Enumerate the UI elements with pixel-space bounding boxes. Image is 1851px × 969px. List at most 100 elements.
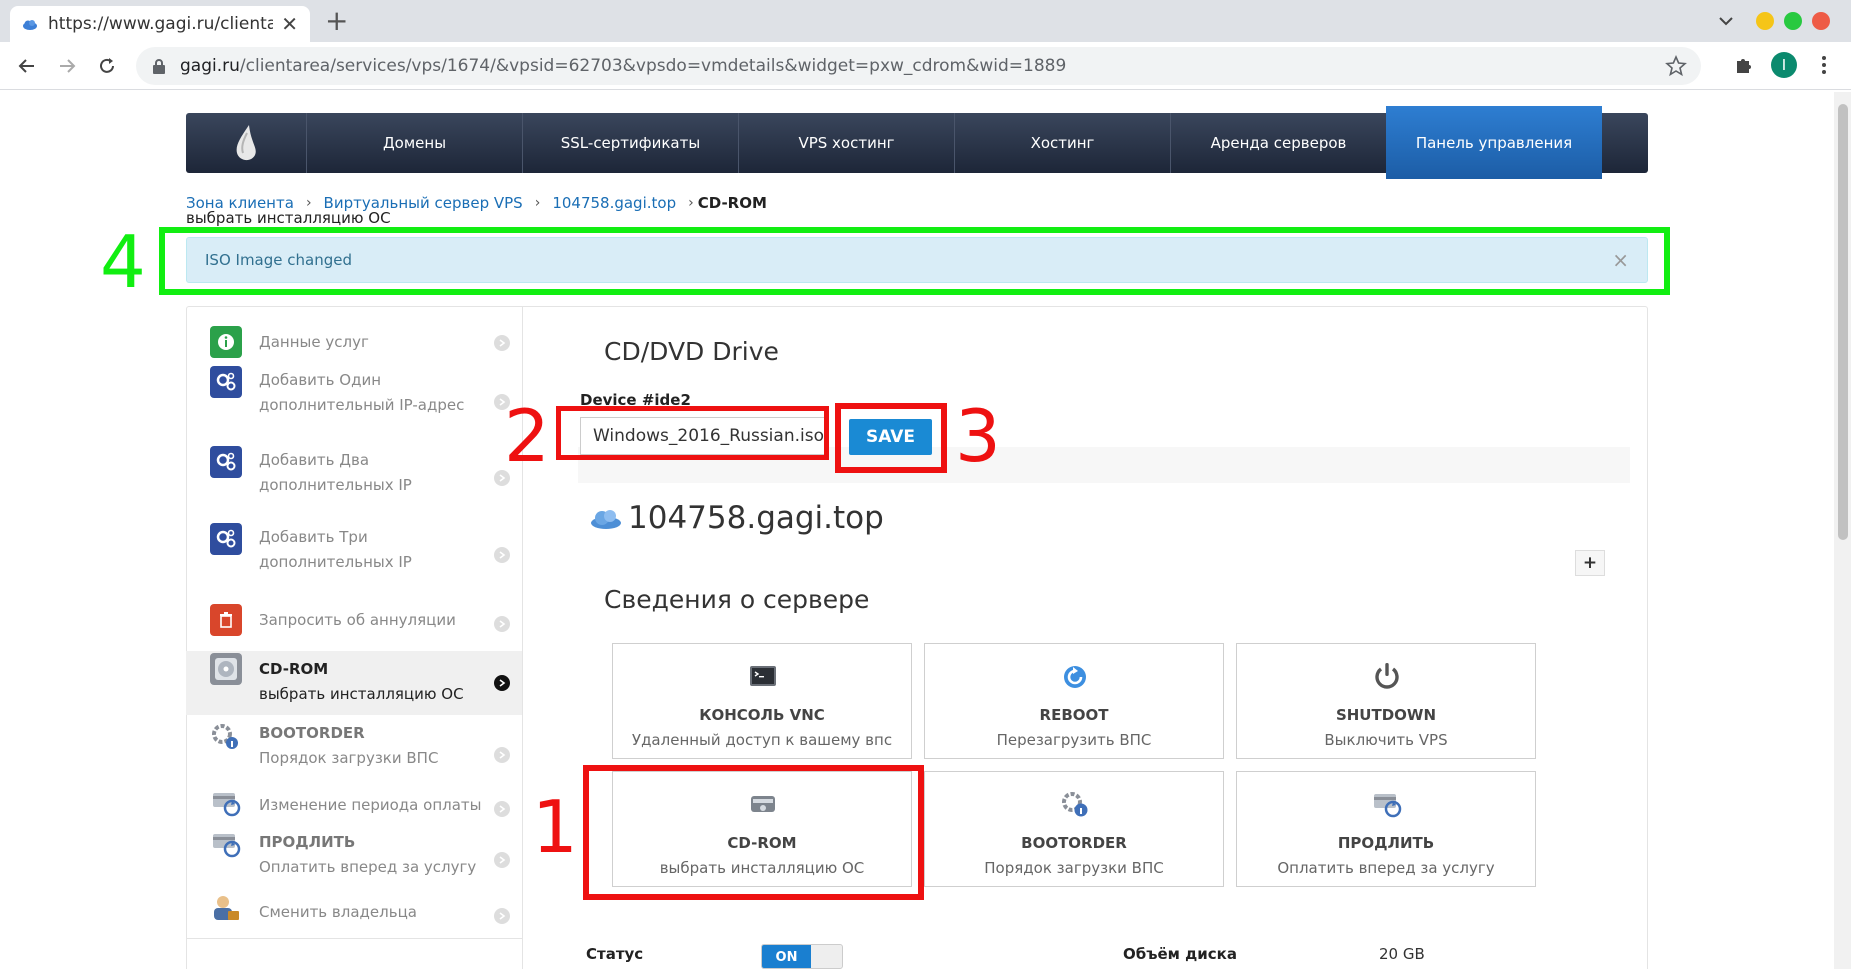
sidebar-item-renew[interactable]: ПРОДЛИТЬ Оплатить вперед за услугу [186, 826, 522, 892]
console-icon [750, 666, 776, 686]
sidebar-item-label: CD-ROM выбрать инсталляцию ОС [259, 657, 464, 707]
gears-icon [210, 366, 242, 398]
chevron-right-icon [494, 852, 510, 868]
action-card-shutdown[interactable]: SHUTDOWN Выключить VPS [1236, 643, 1536, 759]
nav-server-rent[interactable]: Аренда серверов [1170, 113, 1386, 173]
sidebar-item-line1: BOOTORDER [259, 724, 365, 742]
menu-kebab-icon[interactable] [1814, 54, 1834, 76]
sidebar-item-line2: дополнительный IP-адрес [259, 396, 465, 414]
status-label: Статус [586, 945, 644, 963]
action-card-reboot[interactable]: REBOOT Перезагрузить ВПС [924, 643, 1224, 759]
bootorder-icon [210, 721, 242, 753]
window-minimize-button[interactable] [1756, 12, 1774, 30]
breadcrumb-separator-icon: › [534, 195, 541, 211]
owner-icon [210, 892, 242, 924]
action-card-renew[interactable]: ПРОДЛИТЬ Оплатить вперед за услугу [1236, 771, 1536, 887]
cloud-favicon-icon [23, 20, 37, 30]
site-top-nav: Домены SSL-сертификаты VPS хостинг Хости… [186, 106, 1648, 179]
sidebar-item-cdrom[interactable]: CD-ROM выбрать инсталляцию ОС [186, 651, 522, 715]
cloud-icon [591, 510, 621, 529]
lock-icon [153, 59, 165, 74]
action-card-bootorder[interactable]: BOOTORDER Порядок загрузки ВПС [924, 771, 1224, 887]
annotation-number-4: 4 [100, 220, 146, 304]
breadcrumb-separator-icon: › [688, 195, 694, 211]
tab-close-icon[interactable]: ✕ [281, 12, 298, 36]
action-title: КОНСОЛЬ VNC [699, 706, 825, 724]
address-bar[interactable]: gagi.ru/clientarea/services/vps/1674/&vp… [136, 47, 1701, 85]
action-card-vnc-console[interactable]: КОНСОЛЬ VNC Удаленный доступ к вашему вп… [612, 643, 912, 759]
sidebar-item-label: BOOTORDER Порядок загрузки ВПС [259, 721, 438, 771]
forward-arrow-icon [60, 59, 76, 73]
nav-ssl[interactable]: SSL-сертификаты [522, 113, 738, 173]
chevron-right-icon [494, 908, 510, 924]
sidebar-item-line1: ПРОДЛИТЬ [259, 833, 356, 851]
chevron-right-icon [494, 335, 510, 351]
chevron-right-icon [494, 801, 510, 817]
sidebar-item-label: Добавить Три дополнительных IP [259, 525, 412, 575]
site-logo[interactable] [186, 113, 306, 173]
chevron-right-icon [494, 616, 510, 632]
status-toggle[interactable]: ON [761, 944, 843, 969]
extensions-puzzle-icon[interactable] [1733, 54, 1755, 76]
sidebar-item-change-billing-period[interactable]: Изменение периода оплаты [186, 783, 522, 827]
sidebar-item-add-one-ip[interactable]: Добавить Один дополнительный IP-адрес [186, 366, 522, 432]
sidebar-item-line1: Добавить Два [259, 451, 370, 469]
sidebar-item-label: ПРОДЛИТЬ Оплатить вперед за услугу [259, 830, 476, 880]
reload-button[interactable] [93, 52, 121, 80]
url-path: /clientarea/services/vps/1674/&vpsid=627… [239, 56, 1067, 76]
chevron-right-icon [494, 547, 510, 563]
new-tab-button[interactable]: + [325, 6, 348, 36]
bookmark-star-icon[interactable] [1665, 55, 1687, 77]
disk-size-value: 20 GB [1379, 945, 1425, 963]
action-subtitle: Удаленный доступ к вашему впс [631, 731, 893, 749]
gears-icon [210, 446, 242, 478]
annotation-box-1 [583, 765, 924, 900]
chevron-right-icon [494, 675, 510, 691]
renew-icon [210, 787, 242, 819]
expand-plus-button[interactable]: + [1575, 550, 1605, 576]
tab-search-chevron-icon[interactable] [1717, 12, 1735, 30]
breadcrumb-hostname[interactable]: 104758.gagi.top [552, 194, 676, 212]
sidebar-item-label: Данные услуг [259, 333, 369, 351]
action-title: REBOOT [1039, 706, 1109, 724]
sidebar-item-add-three-ip[interactable]: Добавить Три дополнительных IP [186, 523, 522, 589]
nav-domains[interactable]: Домены [306, 113, 522, 173]
action-title: SHUTDOWN [1335, 706, 1437, 724]
browser-tab[interactable]: https://www.gagi.ru/clientarea/ ✕ [10, 6, 310, 42]
sidebar-item-line2: выбрать инсталляцию ОС [259, 685, 464, 703]
breadcrumb-subtitle: выбрать инсталляцию ОС [186, 209, 391, 227]
nav-control-panel[interactable]: Панель управления [1386, 106, 1602, 179]
page-scrollbar-thumb[interactable] [1838, 104, 1848, 540]
forward-button[interactable] [53, 52, 81, 80]
sidebar-item-change-owner[interactable]: Сменить владельца [186, 890, 522, 934]
reboot-icon [1064, 666, 1086, 688]
info-icon [210, 326, 242, 358]
nav-vps-hosting[interactable]: VPS хостинг [738, 113, 954, 173]
action-subtitle: Выключить VPS [1324, 731, 1448, 749]
window-maximize-button[interactable] [1784, 12, 1802, 30]
browser-toolbar: gagi.ru/clientarea/services/vps/1674/&vp… [0, 42, 1851, 90]
sidebar-item-cancel-request[interactable]: Запросить об аннуляции [186, 600, 522, 644]
gears-icon [210, 523, 242, 555]
window-close-button[interactable] [1812, 12, 1830, 30]
server-info-title: Сведения о сервере [604, 585, 870, 614]
nav-hosting[interactable]: Хостинг [954, 113, 1170, 173]
sidebar-item-label: Добавить Два дополнительных IP [259, 448, 412, 498]
back-button[interactable] [13, 52, 41, 80]
sidebar-item-line1: Добавить Три [259, 528, 368, 546]
service-sidebar: Данные услуг Добавить Один дополнительный… [186, 306, 523, 969]
profile-avatar[interactable]: I [1771, 52, 1797, 78]
renew-icon [210, 828, 242, 860]
action-subtitle: Порядок загрузки ВПС [984, 859, 1164, 877]
bootorder-icon [1062, 792, 1088, 817]
cd-dvd-heading: CD/DVD Drive [604, 337, 779, 366]
back-arrow-icon [18, 59, 34, 73]
sidebar-divider [186, 938, 523, 939]
sidebar-item-bootorder[interactable]: BOOTORDER Порядок загрузки ВПС [186, 719, 522, 785]
annotation-number-2: 2 [504, 394, 550, 478]
sidebar-item-service-data[interactable]: Данные услуг [186, 322, 522, 362]
breadcrumb-current: CD-ROM [697, 194, 767, 212]
sidebar-item-add-two-ip[interactable]: Добавить Два дополнительных IP [186, 446, 522, 512]
sidebar-item-line1: Добавить Один [259, 371, 382, 389]
hostname-title: 104758.gagi.top [590, 500, 884, 536]
